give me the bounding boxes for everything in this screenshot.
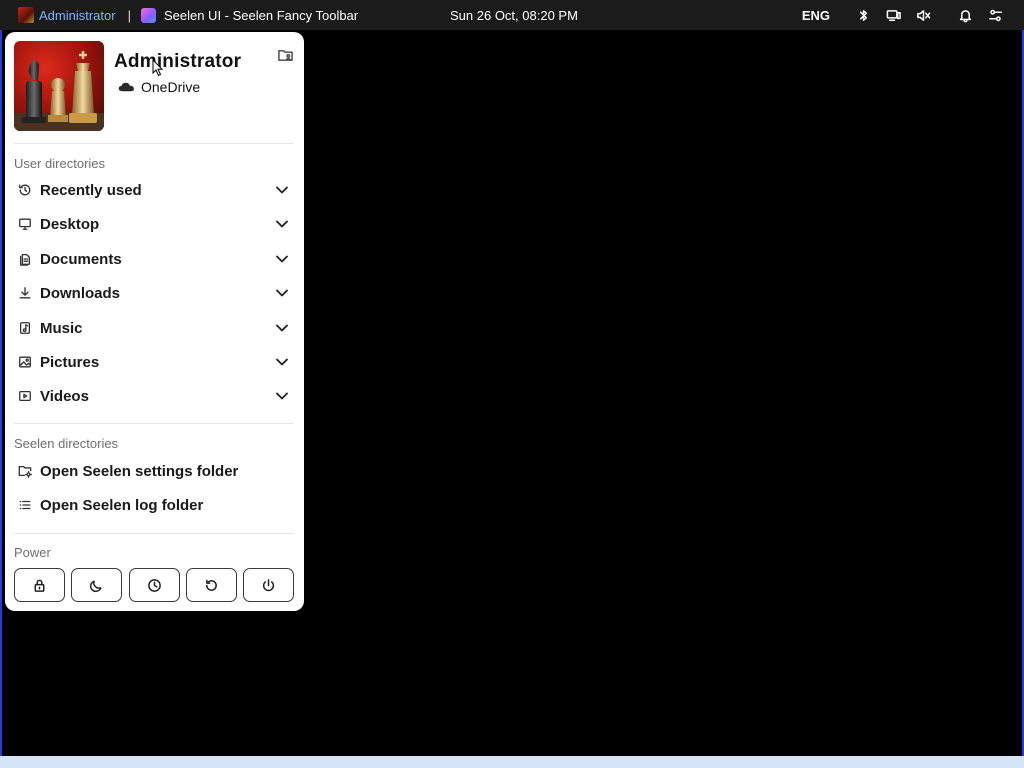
display-icon[interactable] [882, 4, 904, 26]
item-label: Open Seelen log folder [40, 496, 204, 514]
volume-muted-icon[interactable] [912, 4, 934, 26]
chevron-down-icon[interactable] [274, 320, 290, 336]
dir-item-downloads[interactable]: Downloads [14, 278, 290, 308]
power-buttons [14, 568, 294, 602]
active-window-title[interactable]: Seelen UI - Seelen Fancy Toolbar [164, 8, 358, 23]
user-menu-panel: Administrator OneDrive User directories … [5, 32, 304, 611]
image-icon [14, 355, 40, 369]
toolbar-left: Administrator | Seelen UI - Seelen Fancy… [18, 0, 358, 30]
profile-picture[interactable] [14, 41, 104, 131]
power-title: Power [14, 545, 51, 560]
open-log-folder-item[interactable]: Open Seelen log folder [14, 490, 290, 520]
lock-button[interactable] [14, 568, 65, 602]
dir-item-documents[interactable]: Documents [14, 244, 290, 274]
folder-settings-icon [14, 464, 40, 478]
restart-icon [205, 579, 217, 591]
folder-user-icon [277, 50, 293, 61]
lock-icon [34, 579, 45, 592]
monitor-icon [14, 217, 40, 231]
dir-label: Recently used [40, 181, 142, 199]
sleep-button[interactable] [71, 568, 123, 602]
chevron-down-icon[interactable] [274, 216, 290, 232]
item-label: Open Seelen settings folder [40, 462, 239, 480]
bell-icon[interactable] [954, 4, 976, 26]
toolbar-user-name[interactable]: Administrator [39, 8, 116, 23]
dir-label: Music [40, 319, 83, 337]
dir-label: Documents [40, 250, 122, 268]
chess-pieces-picture [14, 51, 104, 131]
seelen-app-icon [140, 7, 156, 23]
dir-item-pictures[interactable]: Pictures [14, 347, 290, 377]
profile-name: Administrator [114, 51, 242, 72]
taskbar-edge [0, 756, 1024, 768]
sleep-moon-icon [90, 580, 102, 592]
onedrive-label: OneDrive [141, 79, 201, 95]
dir-label: Downloads [40, 284, 121, 302]
toolbar-separator: | [127, 7, 131, 23]
divider [14, 533, 294, 534]
mouse-cursor-icon [152, 59, 164, 77]
toolbar-center: Sun 26 Oct, 08:20 PM [450, 0, 578, 30]
dir-item-recently-used[interactable]: Recently used [14, 175, 290, 205]
restart-button[interactable] [185, 568, 237, 602]
user-directories-title: User directories [14, 156, 106, 171]
user-folder-button[interactable] [276, 46, 294, 64]
dir-item-videos[interactable]: Videos [14, 381, 290, 411]
open-settings-folder-item[interactable]: Open Seelen settings folder [14, 456, 290, 486]
cloud-icon [118, 82, 134, 92]
chevron-down-icon[interactable] [274, 182, 290, 198]
music-icon [14, 321, 40, 335]
settings-sliders-icon[interactable] [984, 4, 1006, 26]
divider [14, 423, 294, 424]
seelen-directories-title: Seelen directories [14, 436, 119, 451]
dir-label: Pictures [40, 353, 100, 371]
shutdown-icon [262, 578, 275, 591]
dir-item-desktop[interactable]: Desktop [14, 209, 290, 239]
hibernate-button[interactable] [128, 568, 180, 602]
language-indicator[interactable]: ENG [802, 8, 830, 23]
documents-icon [14, 252, 40, 266]
toolbar-datetime[interactable]: Sun 26 Oct, 08:20 PM [450, 8, 578, 23]
onedrive-link[interactable]: OneDrive [118, 79, 200, 95]
history-icon [14, 183, 40, 197]
top-toolbar: Administrator | Seelen UI - Seelen Fancy… [0, 0, 1024, 30]
dir-item-music[interactable]: Music [14, 313, 290, 343]
chevron-down-icon[interactable] [274, 285, 290, 301]
divider [14, 143, 294, 144]
shutdown-button[interactable] [243, 568, 294, 602]
video-icon [14, 389, 40, 403]
chevron-down-icon[interactable] [274, 354, 290, 370]
chevron-down-icon[interactable] [274, 388, 290, 404]
bluetooth-icon[interactable] [852, 4, 874, 26]
dir-label: Videos [40, 387, 89, 405]
profile-header: Administrator OneDrive [14, 41, 294, 132]
dir-label: Desktop [40, 215, 100, 233]
download-icon [14, 286, 40, 300]
list-icon [14, 498, 40, 512]
toolbar-right: ENG [802, 0, 1006, 30]
hibernate-clock-icon [147, 578, 161, 592]
user-avatar-icon[interactable] [18, 7, 34, 23]
chevron-down-icon[interactable] [274, 251, 290, 267]
